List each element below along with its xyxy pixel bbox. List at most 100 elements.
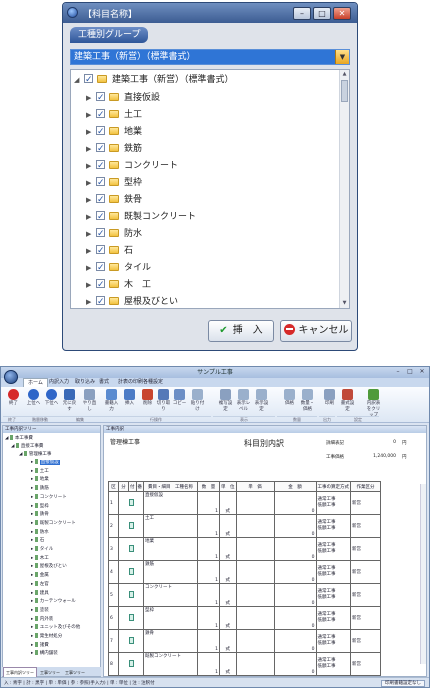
table-row[interactable]: 2 土工 1 式 0 通常工事 低額工事 新営	[108, 514, 381, 538]
ribbon-tab[interactable]: 各種設定	[143, 378, 163, 387]
tree-item[interactable]: ▶ 木 工	[86, 276, 151, 294]
notebook-icon[interactable]	[128, 545, 134, 552]
close-button[interactable]: ✕	[417, 368, 427, 376]
table-row[interactable]: 6 型枠 1 式 0 通常工事 低額工事 新営	[108, 606, 381, 630]
notebook-icon[interactable]	[128, 568, 134, 575]
tree-checkbox[interactable]	[96, 225, 105, 243]
ribbon-button[interactable]: 上位へ	[25, 389, 42, 407]
tree-checkbox[interactable]	[96, 89, 105, 107]
expand-arrow-icon[interactable]: ▶	[86, 276, 94, 294]
ribbon-tab[interactable]: 取り込み	[75, 378, 95, 387]
app-orb-icon[interactable]	[4, 370, 18, 384]
row-notebook-cell[interactable]	[118, 514, 144, 538]
left-panel-tab[interactable]: 工事ツリー	[38, 668, 62, 677]
expand-arrow-icon[interactable]: ▶	[86, 174, 94, 192]
sidebar-item[interactable]: ▸ 発生材処分	[31, 633, 62, 641]
sidebar-item[interactable]: ▸ 塗装	[31, 606, 49, 615]
tree-item[interactable]: ▶ 鉄骨	[86, 191, 142, 209]
ribbon-button[interactable]: 数量・価格	[299, 389, 316, 413]
tree-item[interactable]: ▶ 鉄筋	[86, 140, 142, 158]
ribbon-button[interactable]: コピー	[171, 389, 188, 407]
sidebar-item[interactable]: ▸ 内外装	[31, 615, 53, 624]
ribbon-tab[interactable]: ホーム	[23, 378, 48, 387]
tree-checkbox[interactable]	[96, 123, 105, 141]
ribbon-button[interactable]: 書式設定	[339, 389, 356, 413]
expand-arrow-icon[interactable]: ▶	[86, 225, 94, 243]
table-row[interactable]: 7 鉄骨 1 式 0 通常工事 低額工事 新営	[108, 629, 381, 653]
expand-arrow-icon[interactable]: ▶	[86, 293, 94, 308]
sidebar-item[interactable]: ▸ ユニット及びその他	[31, 624, 80, 632]
tree-item[interactable]: ▶ 土工	[86, 106, 142, 124]
ribbon-button[interactable]: 書籍入力	[103, 389, 120, 413]
sidebar-item[interactable]: ▸ 鉄骨	[31, 511, 49, 519]
maximize-button[interactable]: □	[313, 7, 331, 20]
table-row[interactable]: 3 地業 1 式 0 通常工事 低額工事 新営	[108, 537, 381, 561]
sidebar-item[interactable]: ▸ 防水	[31, 528, 49, 537]
tree-item[interactable]: ▶ 地業	[86, 123, 142, 141]
ribbon-button[interactable]: 価格	[281, 389, 298, 407]
tree-checkbox[interactable]	[96, 293, 105, 308]
ribbon-button[interactable]: 貼り付け	[189, 389, 206, 413]
minimize-button[interactable]: –	[293, 7, 311, 20]
chevron-down-icon[interactable]: ▼	[335, 50, 349, 64]
scroll-up-icon[interactable]: ▲	[340, 70, 349, 79]
sidebar-item[interactable]: ▸ 諸費	[31, 641, 49, 650]
tree-item[interactable]: ▶ 型枠	[86, 174, 142, 192]
notebook-icon[interactable]	[128, 660, 134, 667]
tree-checkbox[interactable]	[96, 174, 105, 192]
notebook-icon[interactable]	[128, 499, 134, 506]
category-select[interactable]: 建築工事（新営）（標準書式） ▼	[70, 49, 350, 65]
notebook-icon[interactable]	[128, 522, 134, 529]
sidebar-item[interactable]: ▸ 型枠	[31, 502, 49, 511]
scroll-thumb[interactable]	[341, 80, 348, 102]
sidebar-item[interactable]: ▸ タイル	[31, 546, 53, 554]
tree-item[interactable]: ▶ 屋根及びとい	[86, 293, 178, 308]
tree-checkbox[interactable]	[96, 157, 105, 175]
collapse-arrow-icon[interactable]: ◢	[74, 71, 82, 89]
row-notebook-cell[interactable]	[118, 560, 144, 584]
tree-checkbox[interactable]	[84, 71, 93, 89]
ribbon-button[interactable]: やり直し	[81, 389, 98, 413]
sidebar-item[interactable]: ▸ 鉄筋	[31, 485, 49, 493]
cancel-button[interactable]: キャンセル	[280, 320, 352, 342]
ribbon-tab[interactable]: 計表の印刷	[118, 378, 143, 387]
ribbon-tab[interactable]: 書式	[99, 378, 109, 387]
ribbon-button[interactable]: 内訳表をクリップ	[365, 389, 382, 419]
ribbon-button[interactable]: 下位へ	[43, 389, 60, 407]
sidebar-item[interactable]: ▸ 石	[31, 537, 44, 545]
tree-root[interactable]: ◢ 本工事費	[5, 435, 33, 443]
ribbon-tab[interactable]: 内訳入力	[49, 378, 69, 387]
row-notebook-cell[interactable]	[118, 583, 144, 607]
expand-arrow-icon[interactable]: ▶	[86, 140, 94, 158]
tree-checkbox[interactable]	[96, 242, 105, 260]
table-row[interactable]: 1 直接仮設 1 式 0 通常工事 低額工事 新営	[108, 491, 381, 515]
row-notebook-cell[interactable]	[118, 652, 144, 676]
tree-scrollbar[interactable]: ▲ ▼	[339, 70, 349, 308]
scroll-down-icon[interactable]: ▼	[340, 299, 349, 308]
tree-item[interactable]: ▶ コンクリート	[86, 157, 178, 175]
row-notebook-cell[interactable]	[118, 606, 144, 630]
ribbon-button[interactable]: 表示設定	[253, 389, 270, 413]
ribbon-button[interactable]: 切り取り	[155, 389, 172, 413]
sidebar-item[interactable]: ▸ 直接仮設	[31, 459, 60, 467]
maximize-button[interactable]: □	[405, 368, 415, 376]
group-tab[interactable]: 工種別グループ	[70, 27, 149, 43]
sidebar-item[interactable]: ▸ 金属	[31, 572, 49, 580]
notebook-icon[interactable]	[128, 637, 134, 644]
expand-arrow-icon[interactable]: ▶	[86, 106, 94, 124]
sidebar-item[interactable]: ▸ カーテンウォール	[31, 598, 76, 606]
notebook-icon[interactable]	[128, 614, 134, 621]
sidebar-item[interactable]: ▸ 既製コンクリート	[31, 519, 76, 528]
tree-item[interactable]: ▶ タイル	[86, 259, 151, 277]
tree-node[interactable]: ◢ 管理棟工事	[19, 451, 51, 459]
expand-arrow-icon[interactable]: ▶	[86, 157, 94, 175]
tree-item[interactable]: ▶ 既製コンクリート	[86, 208, 196, 226]
sidebar-item[interactable]: ▸ 地業	[31, 476, 49, 484]
table-row[interactable]: 8 既製コンクリート 1 式 0 通常工事 低額工事 新営	[108, 652, 381, 676]
expand-arrow-icon[interactable]: ▶	[86, 208, 94, 226]
sidebar-item[interactable]: ▸ 土工	[31, 467, 49, 476]
tree-checkbox[interactable]	[96, 259, 105, 277]
row-notebook-cell[interactable]	[118, 629, 144, 653]
sidebar-item[interactable]: ▸ 屋根及びとい	[31, 563, 67, 571]
table-scrollbar[interactable]	[420, 484, 426, 664]
